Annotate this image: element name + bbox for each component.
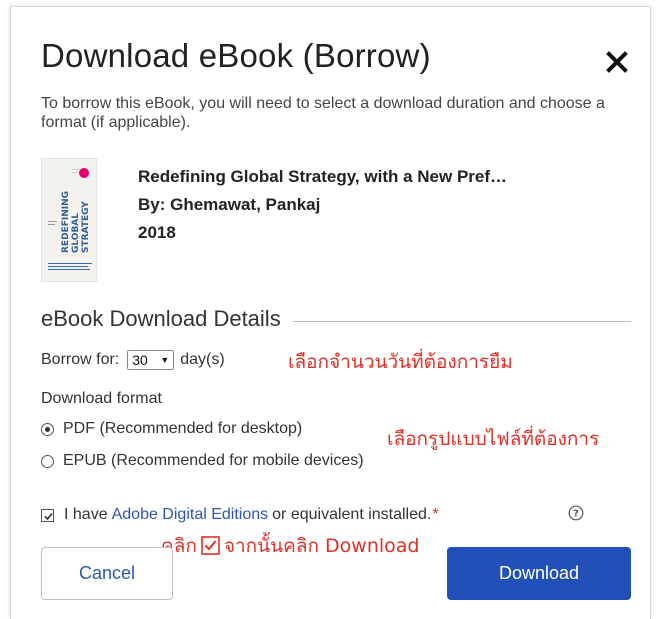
download-dialog: Download eBook (Borrow) To borrow this e…: [10, 6, 651, 619]
cover-title-line-2: GLOBAL: [71, 213, 81, 253]
details-heading-text: eBook Download Details: [41, 306, 281, 331]
adobe-agree-checkbox[interactable]: [41, 508, 54, 522]
borrow-duration-select[interactable]: 30 ▼: [127, 350, 175, 370]
required-mark: *: [432, 506, 439, 523]
format-option-pdf-label: PDF (Recommended for desktop): [63, 420, 303, 437]
borrow-unit: day(s): [180, 351, 225, 368]
adobe-digital-editions-link[interactable]: Adobe Digital Editions: [112, 506, 269, 524]
radio-epub[interactable]: [41, 454, 54, 468]
format-option-epub[interactable]: EPUB (Recommended for mobile devices): [41, 450, 364, 472]
book-cover-art: REDEFINING GLOBAL STRATEGY: [42, 159, 96, 281]
borrow-duration-row: Borrow for: 30 ▼ day(s): [41, 348, 225, 372]
agree-prefix: I have: [64, 506, 108, 523]
annotation-borrow-note: เลือกจำนวนวันที่ต้องการยืม: [288, 351, 513, 373]
chevron-down-icon: ▼: [160, 355, 170, 365]
download-button[interactable]: Download: [447, 547, 631, 600]
format-option-epub-label: EPUB (Recommended for mobile devices): [63, 452, 364, 469]
book-title: Redefining Global Strategy, with a New P…: [138, 167, 508, 186]
svg-text:?: ?: [573, 509, 579, 520]
heading-divider: [292, 320, 631, 322]
radio-pdf[interactable]: [41, 422, 54, 436]
checkbox-checked-icon: [201, 536, 220, 555]
annotation-click-note: คลิก จากนั้นคลิก Download: [161, 531, 419, 561]
annotation-format-note: เลือกรูปแบบไฟล์ที่ต้องการ: [387, 428, 600, 450]
book-author: By: Ghemawat, Pankaj: [138, 195, 321, 214]
details-heading: eBook Download Details: [41, 304, 631, 334]
agree-suffix: or equivalent installed.: [272, 506, 432, 523]
cover-title-line-3: STRATEGY: [81, 201, 91, 253]
close-button[interactable]: [602, 47, 632, 77]
close-icon: [606, 51, 628, 73]
cancel-button[interactable]: Cancel: [41, 547, 173, 600]
book-info: Redefining Global Strategy, with a New P…: [138, 163, 507, 247]
annotation-click-suffix: จากนั้นคลิก Download: [223, 535, 420, 557]
dialog-intro: To borrow this eBook, you will need to s…: [41, 95, 605, 131]
book-year: 2018: [138, 223, 176, 242]
help-icon[interactable]: ?: [568, 505, 584, 521]
adobe-agree-row: I have Adobe Digital Editions or equival…: [41, 503, 439, 527]
borrow-label: Borrow for:: [41, 351, 120, 368]
format-label: Download format: [41, 390, 162, 407]
format-option-pdf[interactable]: PDF (Recommended for desktop): [41, 418, 302, 440]
cover-title-line-1: REDEFINING: [61, 191, 71, 253]
dialog-title: Download eBook (Borrow): [41, 37, 431, 74]
book-cover: REDEFINING GLOBAL STRATEGY: [41, 158, 97, 282]
checkmark-icon: [44, 512, 53, 520]
borrow-duration-value: 30: [132, 352, 148, 368]
